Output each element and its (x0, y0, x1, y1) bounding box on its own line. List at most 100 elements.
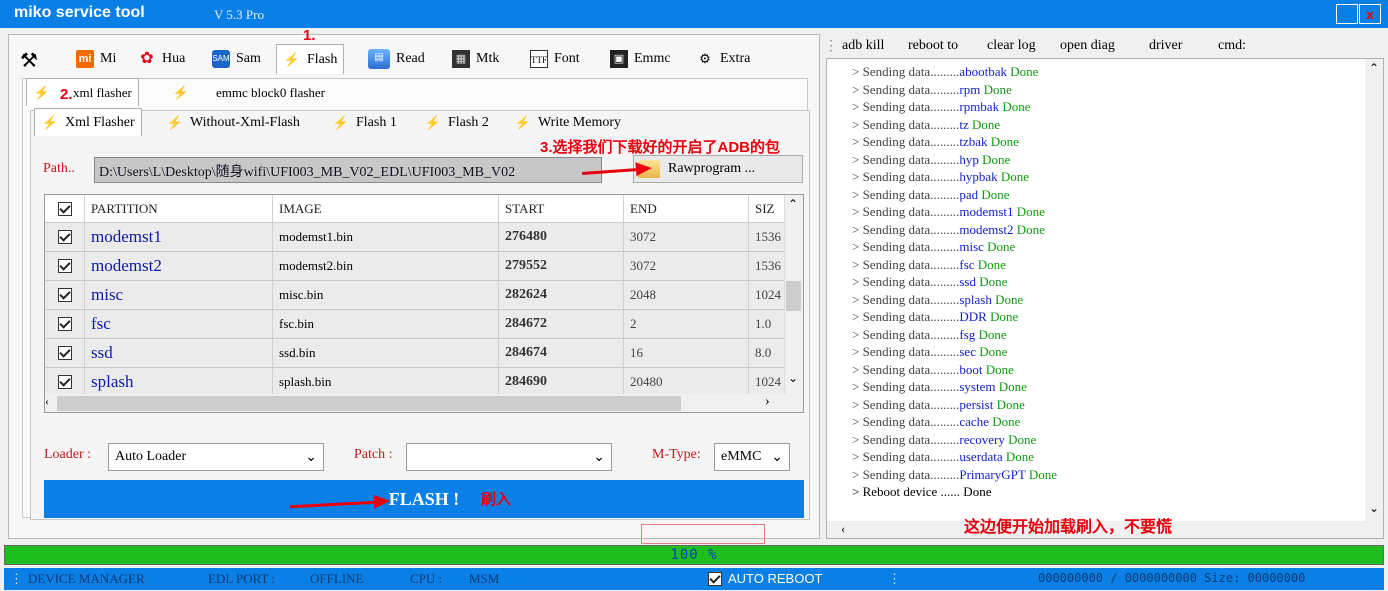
scroll-left-icon[interactable]: ‹ (45, 394, 49, 409)
tab-font[interactable]: TTF Font (524, 46, 586, 72)
subtab-xml-flasher[interactable]: ⚡ xml flasher (26, 78, 139, 106)
table-row[interactable]: modemst2 modemst2.bin 279552 3072 1536 (45, 252, 789, 281)
extra-icon: ⚙ (699, 51, 711, 66)
row-checkbox[interactable] (45, 339, 85, 367)
title-bar: miko service tool V 5.3 Pro x (0, 0, 1388, 28)
reboot-to-button[interactable]: reboot to (908, 38, 958, 54)
log-done: Done (1007, 64, 1039, 79)
log-panel[interactable]: > Sending data.........abootbak Done > Se… (826, 58, 1384, 539)
clear-log-button[interactable]: clear log (987, 38, 1036, 54)
log-prefix: > Sending data......... (852, 186, 960, 202)
log-partition: recovery (959, 431, 1005, 447)
row-checkbox[interactable] (45, 368, 85, 396)
scroll-right-icon[interactable]: › (765, 394, 770, 410)
driver-button[interactable]: driver (1149, 38, 1182, 54)
row-checkbox[interactable] (45, 252, 85, 280)
path-input[interactable]: D:\Users\L\Desktop\随身wifi\UFI003_MB_V02_… (94, 157, 602, 183)
scroll-up-icon[interactable]: ⌃ (1369, 61, 1379, 76)
table-row[interactable]: fsc fsc.bin 284672 2 1.0 (45, 310, 789, 339)
scroll-left-icon[interactable]: ‹ (841, 521, 845, 537)
size-cell: 8.0 (749, 339, 789, 367)
select-all-checkbox[interactable] (45, 195, 85, 222)
row-checkbox[interactable] (45, 310, 85, 338)
chevron-down-icon: ⌄ (305, 449, 317, 465)
scroll-down-icon[interactable]: ⌄ (1369, 501, 1379, 516)
column-header[interactable]: SIZ (749, 195, 789, 222)
tab-xml-flasher[interactable]: ⚡ Xml Flasher (34, 108, 142, 136)
column-header[interactable]: END (624, 195, 749, 222)
device-manager-button[interactable]: DEVICE MANAGER (28, 571, 145, 587)
database-icon: ▤ (368, 49, 390, 69)
tab-hua[interactable]: ✿ Hua (132, 46, 191, 72)
annotation-progress-frame (641, 524, 765, 544)
tab-label: Without-Xml-Flash (190, 115, 300, 130)
patch-select[interactable]: ⌄ (406, 443, 612, 471)
maximize-button[interactable] (1336, 4, 1358, 24)
log-done: Done (968, 116, 1001, 132)
size-cell: 1536 (749, 252, 789, 280)
row-checkbox[interactable] (45, 281, 85, 309)
subtab-emmc-block0[interactable]: ⚡ emmc block0 flasher (166, 80, 356, 106)
log-partition: sec (959, 344, 976, 359)
lightning-icon: ⚡ (424, 115, 442, 130)
emmc-icon: ▣ (610, 50, 628, 68)
tab-mi[interactable]: mi Mi (70, 46, 122, 72)
end-cell: 2 (624, 310, 749, 338)
tab-sam[interactable]: SAM Sam (206, 46, 267, 72)
log-line: > Sending data.........PrimaryGPT Done (852, 467, 1057, 483)
mtype-select[interactable]: eMMC ⌄ (714, 443, 790, 471)
log-prefix: > Sending data......... (852, 239, 960, 254)
xiaomi-icon: mi (76, 50, 94, 68)
log-vertical-scrollbar[interactable]: ⌃ ⌄ (1365, 59, 1383, 521)
mtype-label: M-Type: (652, 447, 701, 462)
image-cell: ssd.bin (273, 339, 499, 367)
image-cell: misc.bin (273, 281, 499, 309)
log-line: > Sending data.........userdata Done (852, 449, 1034, 465)
loader-select[interactable]: Auto Loader ⌄ (108, 443, 324, 471)
table-row[interactable]: ssd ssd.bin 284674 16 8.0 (45, 339, 789, 368)
tab-label: Mtk (476, 51, 500, 66)
tab-flash-2[interactable]: ⚡ Flash 2 (418, 110, 495, 136)
progress-text: 100 % (670, 547, 718, 563)
open-diag-button[interactable]: open diag (1060, 38, 1115, 54)
tab-write-memory[interactable]: ⚡ Write Memory (508, 110, 627, 136)
tab-extra[interactable]: ⚙ Extra (690, 46, 756, 72)
flash-button[interactable]: FLASH ! (44, 480, 804, 518)
scroll-up-icon[interactable]: ⌃ (788, 197, 798, 212)
progress-bar: 100 % (4, 545, 1384, 565)
lightning-icon: ⚡ (283, 51, 301, 67)
log-prefix: > Sending data......... (852, 221, 960, 237)
rawprogram-button[interactable]: Rawprogram ... (633, 155, 803, 183)
log-done: Done (988, 414, 1021, 429)
lightning-icon: ⚡ (332, 115, 350, 130)
log-partition: cache (959, 414, 989, 429)
tab-flash-1[interactable]: ⚡ Flash 1 (326, 110, 403, 136)
column-header[interactable]: START (499, 195, 624, 222)
tab-read[interactable]: ▤ Read (362, 46, 431, 72)
adb-kill-button[interactable]: adb kill (842, 38, 884, 54)
table-row[interactable]: misc misc.bin 282624 2048 1024 (45, 281, 789, 310)
log-line: > Sending data.........ssd Done (852, 274, 1007, 290)
log-done: Done (975, 274, 1008, 289)
table-row[interactable]: modemst1 modemst1.bin 276480 3072 1536 (45, 223, 789, 252)
row-checkbox[interactable] (45, 223, 85, 251)
log-prefix: > Sending data......... (852, 116, 960, 132)
table-row[interactable]: splash splash.bin 284690 20480 1024 (45, 368, 789, 397)
log-partition: abootbak (959, 64, 1008, 79)
tools-icon[interactable]: ⚒ (20, 48, 38, 73)
table-scroll-thumb[interactable] (786, 281, 801, 311)
log-prefix: > Sending data......... (852, 291, 960, 307)
tab-flash[interactable]: ⚡ Flash (276, 44, 345, 74)
path-label: Path.. (43, 161, 75, 176)
log-prefix: > Sending data......... (852, 204, 960, 219)
column-header[interactable]: IMAGE (273, 195, 499, 222)
tab-without-xml-flash[interactable]: ⚡ Without-Xml-Flash (160, 110, 306, 136)
log-done: Done (1002, 449, 1035, 464)
tab-emmc[interactable]: ▣ Emmc (604, 46, 677, 72)
auto-reboot-checkbox[interactable]: AUTO REBOOT (708, 571, 822, 586)
column-header[interactable]: PARTITION (85, 195, 273, 222)
table-hscroll-thumb[interactable] (57, 396, 681, 411)
scroll-down-icon[interactable]: ⌄ (788, 371, 798, 386)
close-button[interactable]: x (1359, 4, 1381, 24)
tab-mtk[interactable]: ▦ Mtk (446, 46, 505, 72)
